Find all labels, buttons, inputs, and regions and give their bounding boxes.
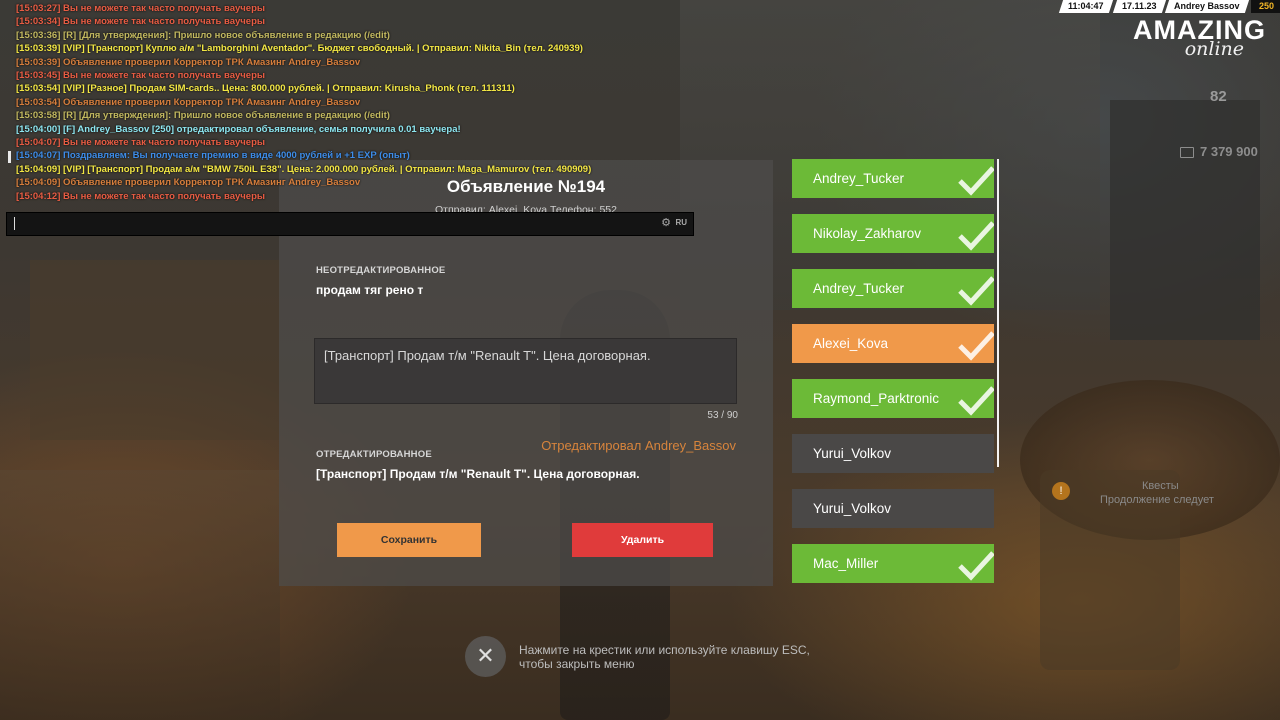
queue-item-name: Raymond_Parktronic: [813, 391, 940, 406]
unedited-label: НЕОТРЕДАКТИРОВАННОЕ: [316, 265, 446, 276]
chat-line: [15:03:45] Вы не можете так часто получа…: [16, 70, 265, 82]
queue-item-name: Yurui_Volkov: [813, 446, 892, 461]
game-logo: AMAZING online: [1133, 16, 1266, 60]
checkmark-icon: [958, 331, 994, 361]
wallet-icon: [1180, 147, 1194, 159]
chat-line: [15:03:36] [R] [Для утверждения]: Пришло…: [16, 29, 390, 41]
edited-text: [Транспорт] Продам т/м "Renault T". Цена…: [316, 467, 640, 481]
chat-line: [15:04:09] [VIP] [Транспорт] Продам а/м …: [16, 163, 592, 175]
hud-time: 11:04:47: [1059, 0, 1114, 13]
scene-door: [1110, 100, 1260, 340]
chat-line: [15:03:39] Объявление проверил Корректор…: [16, 56, 361, 68]
chat-log: [15:03:27] Вы не можете так часто получа…: [16, 2, 591, 203]
quest-widget: ! Квесты Продолжение следует: [1052, 480, 1214, 506]
quest-title: Квесты: [1142, 480, 1179, 492]
unedited-text: продам тяг рено т: [316, 283, 424, 297]
checkmark-icon: [958, 276, 994, 306]
queue-item[interactable]: Yurui_Volkov: [792, 434, 994, 473]
queue-item[interactable]: Yurui_Volkov: [792, 489, 994, 528]
ad-edit-input[interactable]: [Транспорт] Продам т/м "Renault T". Цена…: [314, 338, 737, 404]
queue-item[interactable]: Alexei_Kova: [792, 324, 994, 363]
money-value: 7 379 900: [1200, 144, 1258, 159]
chat-line: [15:04:07] Поздравляем: Вы получаете пре…: [16, 150, 410, 162]
hud-date: 17.11.23: [1112, 0, 1166, 13]
scene-desk: [0, 470, 280, 720]
quest-subtitle: Продолжение следует: [1100, 494, 1214, 506]
queue-item-name: Andrey_Tucker: [813, 171, 905, 186]
checkmark-icon: [958, 386, 994, 416]
edited-by: Отредактировал Andrey_Bassov: [541, 438, 736, 453]
chat-line: [15:04:00] [F] Andrey_Bassov [250] отред…: [16, 123, 461, 135]
chat-line: [15:03:34] Вы не можете так часто получа…: [16, 16, 265, 28]
delete-button[interactable]: Удалить: [572, 523, 713, 557]
queue-item-name: Yurui_Volkov: [813, 501, 892, 516]
char-counter: 53 / 90: [707, 410, 738, 421]
save-button[interactable]: Сохранить: [337, 523, 481, 557]
chat-line: [15:04:12] Вы не можете так часто получа…: [16, 190, 265, 202]
checkmark-icon: [958, 221, 994, 251]
queue-item[interactable]: Mac_Miller: [792, 544, 994, 583]
queue-item[interactable]: Raymond_Parktronic: [792, 379, 994, 418]
hud-bar: 11:04:47 17.11.23 Andrey Bassov 250: [1057, 0, 1280, 13]
hud-money: 7 379 900: [1180, 144, 1258, 159]
list-scrollbar[interactable]: [997, 159, 999, 467]
checkmark-icon: [958, 551, 994, 581]
checkmark-icon: [958, 166, 994, 196]
scene-cabinet: [30, 260, 280, 440]
chat-line: [15:03:54] [VIP] [Разное] Продам SIM-car…: [16, 83, 515, 95]
queue-item-name: Alexei_Kova: [813, 336, 889, 351]
text-caret: [14, 217, 15, 230]
queue-item-name: Nikolay_Zakharov: [813, 226, 922, 241]
chat-line: [15:03:54] Объявление проверил Корректор…: [16, 96, 361, 108]
queue-item[interactable]: Andrey_Tucker: [792, 159, 994, 198]
queue-item-name: Andrey_Tucker: [813, 281, 905, 296]
hud-stat: 82: [1210, 88, 1227, 105]
queue-item[interactable]: Andrey_Tucker: [792, 269, 994, 308]
hud-player: Andrey Bassov: [1165, 0, 1250, 13]
chat-line: [15:03:58] [R] [Для утверждения]: Пришло…: [16, 110, 390, 122]
chat-line: [15:03:39] [VIP] [Транспорт] Куплю а/м "…: [16, 43, 583, 55]
hud-level: 250: [1250, 0, 1280, 13]
chat-input[interactable]: ⚙ RU: [6, 212, 694, 236]
quest-alert-icon: !: [1052, 482, 1070, 500]
queue-item-name: Mac_Miller: [813, 556, 879, 571]
edited-label: ОТРЕДАКТИРОВАННОЕ: [316, 449, 432, 460]
chat-line: [15:04:07] Вы не можете так часто получа…: [16, 137, 265, 149]
chat-scroll-indicator: [8, 151, 11, 163]
close-hint: Нажмите на крестик или используйте клави…: [519, 643, 810, 671]
gear-icon[interactable]: ⚙: [661, 218, 671, 229]
language-indicator[interactable]: RU: [675, 218, 687, 227]
chat-line: [15:03:27] Вы не можете так часто получа…: [16, 3, 265, 14]
chat-line: [15:04:09] Объявление проверил Корректор…: [16, 177, 361, 189]
queue-item[interactable]: Nikolay_Zakharov: [792, 214, 994, 253]
ad-queue-list: Andrey_Tucker Nikolay_Zakharov Andrey_Tuck…: [792, 159, 994, 599]
close-icon[interactable]: ✕: [465, 636, 506, 677]
